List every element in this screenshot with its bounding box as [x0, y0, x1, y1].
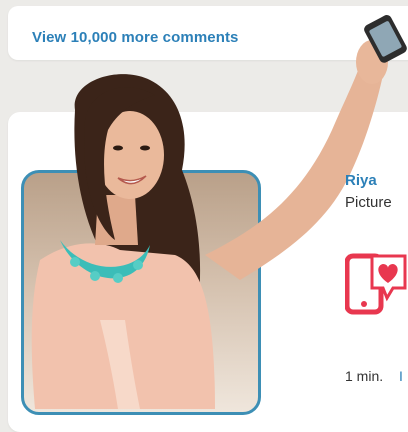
post-author-name[interactable]: Riya [345, 172, 377, 189]
post-type-label: Picture [345, 194, 392, 211]
post-timestamp: 1 min. [345, 368, 384, 384]
camera-heart-icon [345, 253, 407, 315]
timestamp-action-link[interactable]: I [399, 368, 403, 384]
